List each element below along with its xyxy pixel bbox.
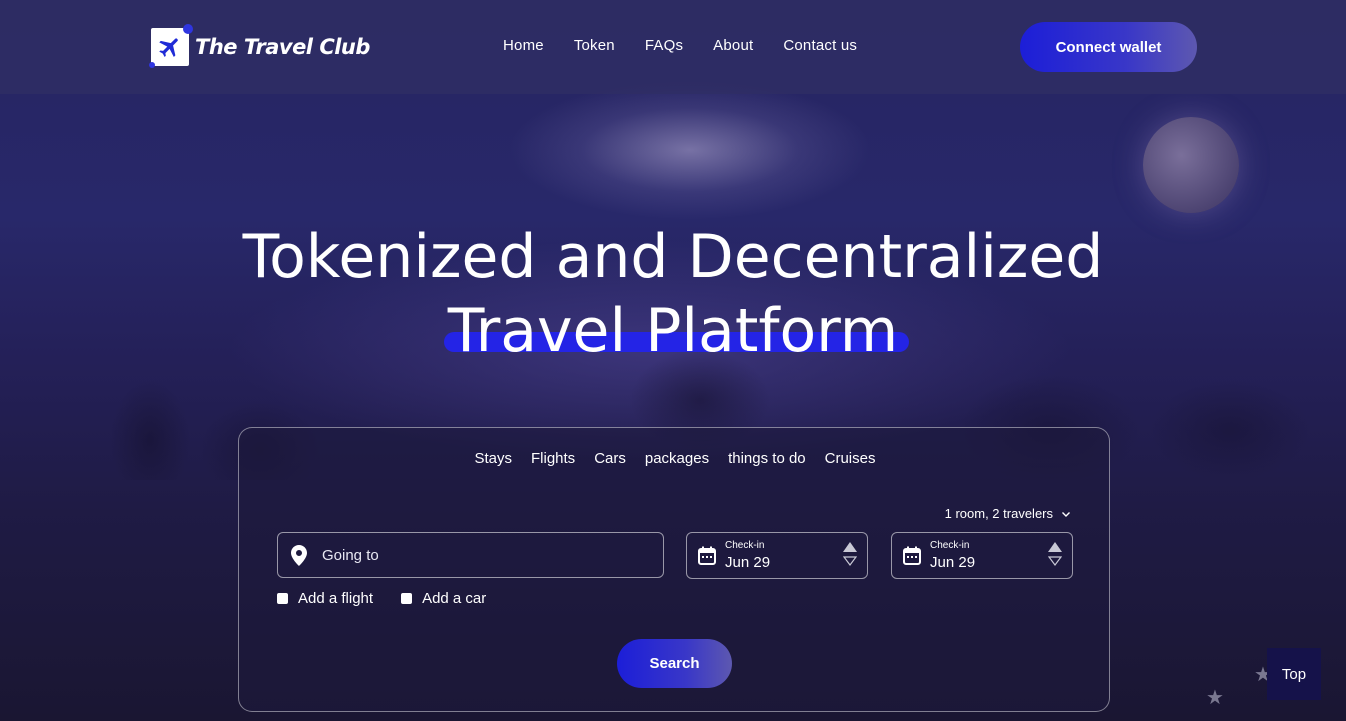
nav-about[interactable]: About (713, 37, 753, 54)
destination-input[interactable] (322, 546, 622, 564)
checkin-label: Check-in (725, 540, 765, 551)
date-spinner-2[interactable] (1048, 542, 1062, 566)
checkin-value: Jun 29 (725, 554, 771, 571)
date-spinner[interactable] (843, 542, 857, 566)
hero-title-line1: Tokenized and Decentralized (242, 222, 1104, 292)
rooms-travelers-label: 1 room, 2 travelers (944, 506, 1053, 521)
search-tabs: Stays Flights Cars packages things to do… (239, 450, 1111, 467)
airplane-icon (149, 24, 193, 68)
add-flight-option[interactable]: Add a flight (277, 590, 373, 607)
tab-flights[interactable]: Flights (531, 450, 575, 467)
site-header: The Travel Club Home Token FAQs About Co… (0, 0, 1346, 94)
nav-token[interactable]: Token (574, 37, 615, 54)
nav-home[interactable]: Home (503, 37, 544, 54)
calendar-icon (903, 546, 921, 565)
checkout-date-field[interactable]: Check-in Jun 29 (891, 532, 1073, 579)
tab-cruises[interactable]: Cruises (825, 450, 876, 467)
search-button[interactable]: Search (617, 639, 732, 688)
add-flight-label: Add a flight (298, 590, 374, 607)
destination-field (277, 532, 664, 578)
checkin-date-field[interactable]: Check-in Jun 29 (686, 532, 868, 579)
add-car-label: Add a car (422, 590, 487, 607)
chevron-down-icon (1062, 511, 1070, 517)
addon-checkboxes: Add a flight Add a car (277, 590, 486, 607)
tab-packages[interactable]: packages (645, 450, 709, 467)
triangle-up-icon[interactable] (1048, 542, 1062, 552)
triangle-down-icon[interactable] (843, 556, 857, 566)
nav-faqs[interactable]: FAQs (645, 37, 683, 54)
hero-title-line2: Travel Platform (447, 296, 899, 366)
location-pin-icon (290, 544, 308, 566)
tab-stays[interactable]: Stays (474, 450, 512, 467)
main-nav: Home Token FAQs About Contact us (503, 37, 857, 54)
moon-decoration (1143, 117, 1239, 213)
search-panel: Stays Flights Cars packages things to do… (238, 427, 1110, 712)
rooms-travelers-dropdown[interactable]: 1 room, 2 travelers (945, 506, 1071, 521)
brand-name: The Travel Club (195, 35, 370, 59)
hero-title-line2-wrap: Travel Platform (0, 296, 1346, 366)
add-car-option[interactable]: Add a car (401, 590, 486, 607)
checkin-label-2: Check-in (930, 540, 970, 551)
back-to-top-button[interactable]: Top (1267, 648, 1321, 700)
add-car-checkbox[interactable] (401, 593, 413, 604)
calendar-icon (698, 546, 716, 565)
brand-logo[interactable]: The Travel Club (149, 24, 370, 68)
checkin-value-2: Jun 29 (930, 554, 976, 571)
star-icon: ★ (1206, 685, 1224, 709)
triangle-up-icon[interactable] (843, 542, 857, 552)
nav-contact[interactable]: Contact us (783, 37, 857, 54)
tab-things-to-do[interactable]: things to do (728, 450, 806, 467)
connect-wallet-button[interactable]: Connect wallet (1020, 22, 1197, 72)
triangle-down-icon[interactable] (1048, 556, 1062, 566)
tab-cars[interactable]: Cars (594, 450, 626, 467)
add-flight-checkbox[interactable] (277, 593, 288, 604)
